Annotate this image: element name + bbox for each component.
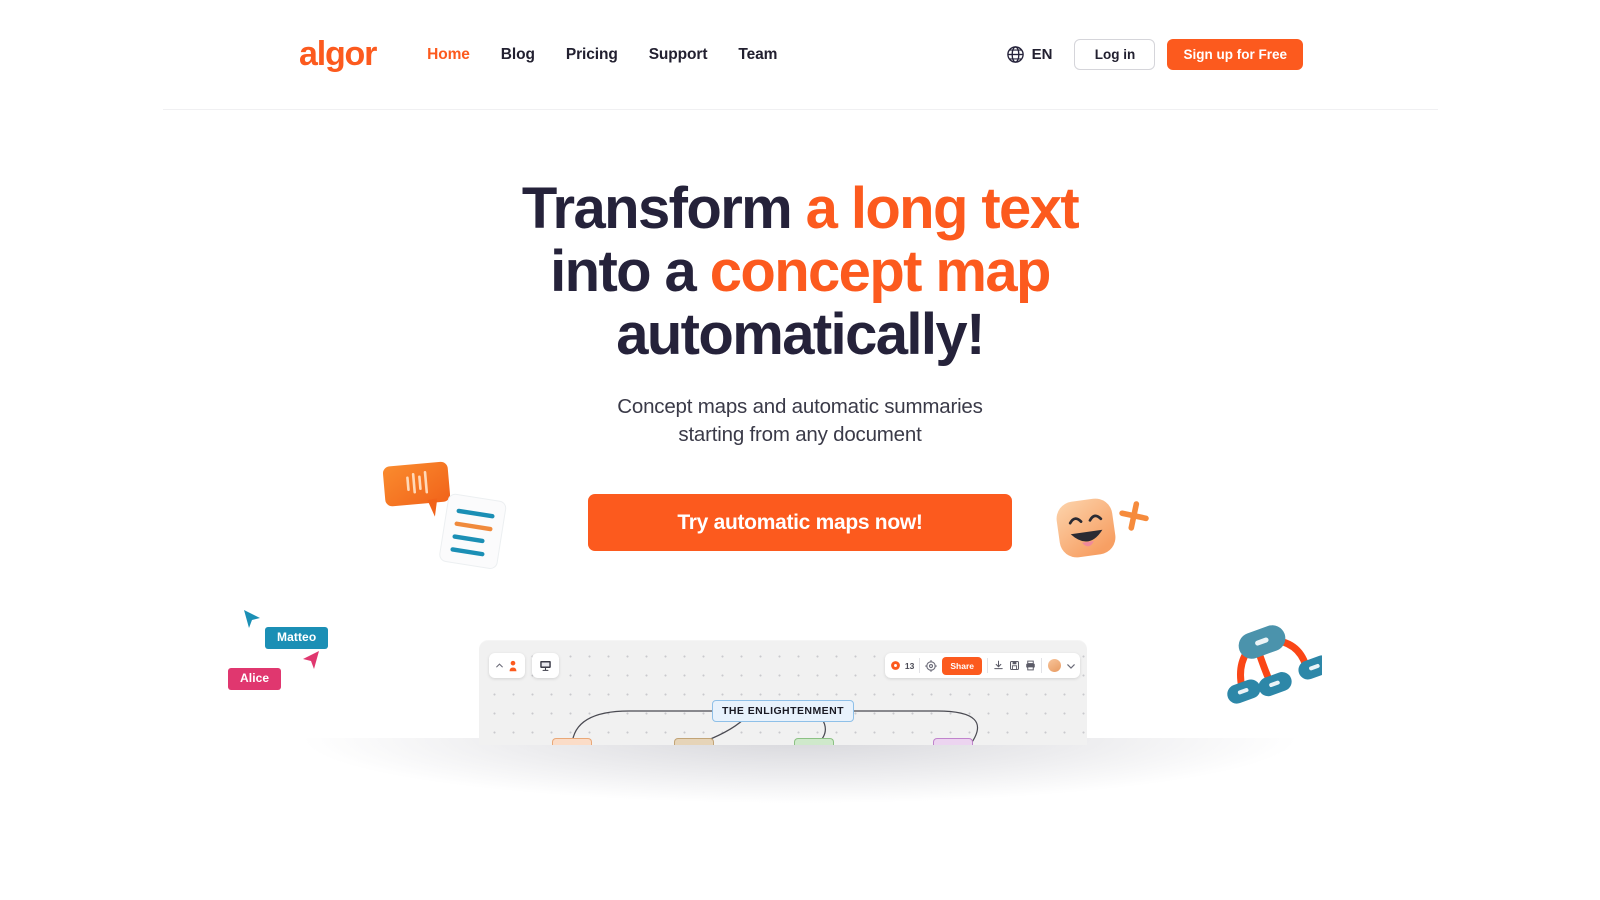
node-graph-illustration xyxy=(1227,625,1322,704)
signup-button[interactable]: Sign up for Free xyxy=(1167,39,1303,70)
collaborator-name-label: Matteo xyxy=(265,627,329,649)
logo[interactable]: algor xyxy=(299,37,377,71)
main-navigation: Home Blog Pricing Support Team xyxy=(427,46,777,64)
sparkle-icon xyxy=(1119,501,1149,531)
headline-text: Transform xyxy=(521,176,806,241)
language-selector[interactable]: EN xyxy=(1006,45,1053,64)
header-actions: EN Log in Sign up for Free xyxy=(1006,39,1303,70)
concept-map-child-node[interactable] xyxy=(933,738,973,745)
collaborator-cursor-alice: Alice xyxy=(228,651,319,690)
concept-map-child-node[interactable] xyxy=(552,738,592,745)
document-icon xyxy=(439,493,507,569)
app-window-shadow xyxy=(230,738,1370,858)
cta-container: Try automatic maps now! xyxy=(0,494,1600,552)
collaborator-name-label: Alice xyxy=(228,668,282,690)
concept-map-child-node[interactable] xyxy=(794,738,834,745)
hero-subtitle: Concept maps and automatic summaries sta… xyxy=(0,393,1600,450)
hero-section: Transform a long text into a concept map… xyxy=(0,110,1600,552)
login-button[interactable]: Log in xyxy=(1074,39,1156,70)
app-preview-window: 13 Share THE ENLIGHTENMENT xyxy=(479,641,1087,745)
globe-icon xyxy=(1006,46,1024,63)
subtitle-line-1: Concept maps and automatic summaries xyxy=(617,394,983,418)
nav-item-home[interactable]: Home xyxy=(427,46,470,64)
map-connectors xyxy=(571,710,979,745)
headline-accent: concept map xyxy=(709,238,1052,304)
page-title: Transform a long text into a concept map… xyxy=(0,176,1600,367)
headline-line-2: into a concept map xyxy=(550,238,1052,304)
speech-bubble-document-illustration xyxy=(382,461,507,569)
smiley-sparkle-illustration xyxy=(1056,498,1149,558)
collaborator-cursor-matteo: Matteo xyxy=(244,610,329,649)
concept-map-root-node[interactable]: THE ENLIGHTENMENT xyxy=(712,700,854,722)
site-header: algor Home Blog Pricing Support Team EN … xyxy=(163,0,1438,110)
smiley-face-icon xyxy=(1056,498,1116,558)
speech-bubble-icon xyxy=(382,461,451,517)
language-code: EN xyxy=(1031,46,1053,63)
nav-item-support[interactable]: Support xyxy=(649,46,708,64)
cursor-pointer-icon xyxy=(303,651,319,669)
nav-item-pricing[interactable]: Pricing xyxy=(566,46,618,64)
headline-line-1: Transform a long text xyxy=(521,176,1080,241)
try-automatic-maps-button[interactable]: Try automatic maps now! xyxy=(588,494,1012,552)
headline-text: into a xyxy=(550,238,710,304)
subtitle-line-2: starting from any document xyxy=(678,423,922,447)
headline-accent: a long text xyxy=(805,176,1080,241)
concept-map-child-node[interactable] xyxy=(674,738,714,745)
landing-page: algor Home Blog Pricing Support Team EN … xyxy=(0,0,1600,900)
cursor-pointer-icon xyxy=(244,610,260,628)
nav-item-blog[interactable]: Blog xyxy=(501,46,535,64)
nav-item-team[interactable]: Team xyxy=(738,46,777,64)
headline-line-3: automatically! xyxy=(616,301,985,367)
